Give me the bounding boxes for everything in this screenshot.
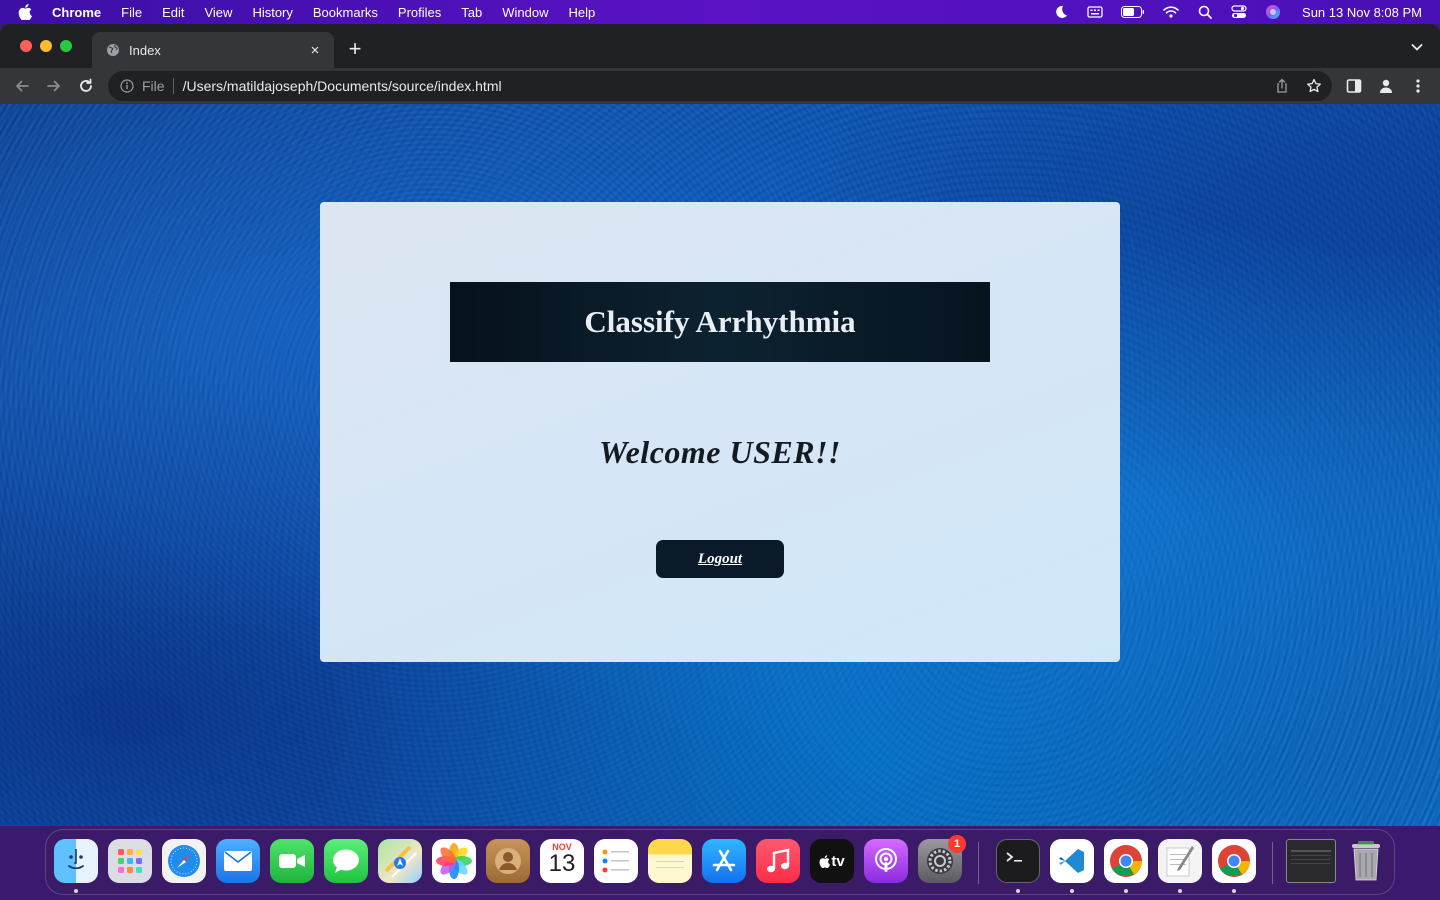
facetime-icon[interactable] xyxy=(270,839,314,883)
bookmark-star-icon[interactable] xyxy=(1306,78,1322,94)
menu-file[interactable]: File xyxy=(121,5,142,20)
forward-arrow-icon[interactable] xyxy=(44,76,64,96)
menu-bar: Chrome File Edit View History Bookmarks … xyxy=(0,0,1440,24)
chrome-running-dot xyxy=(1124,889,1128,893)
browser-toolbar: File /Users/matildajoseph/Documents/sour… xyxy=(0,68,1440,104)
welcome-message: Welcome USER!! xyxy=(599,434,841,470)
podcasts-icon[interactable] xyxy=(864,839,908,883)
photos-icon[interactable] xyxy=(432,839,476,883)
spotlight-search-icon[interactable] xyxy=(1196,4,1214,20)
minimized-window-thumbnail[interactable] xyxy=(1286,839,1336,883)
textedit-running-dot xyxy=(1178,889,1182,893)
calendar-icon[interactable]: NOV 13 xyxy=(540,839,584,883)
maps-icon[interactable] xyxy=(378,839,422,883)
mail-icon[interactable] xyxy=(216,839,260,883)
vscode-icon[interactable] xyxy=(1050,839,1094,883)
menu-window[interactable]: Window xyxy=(502,5,548,20)
back-arrow-icon[interactable] xyxy=(12,76,32,96)
terminal-running-dot xyxy=(1016,889,1020,893)
notes-icon[interactable] xyxy=(648,839,692,883)
messages-icon[interactable] xyxy=(324,839,368,883)
side-panel-icon[interactable] xyxy=(1344,76,1364,96)
menu-view[interactable]: View xyxy=(204,5,232,20)
settings-notification-badge: 1 xyxy=(948,835,966,853)
logout-button[interactable]: Logout xyxy=(656,540,784,578)
menu-edit[interactable]: Edit xyxy=(162,5,184,20)
url-text[interactable]: /Users/matildajoseph/Documents/source/in… xyxy=(183,78,502,94)
page-title: Classify Arrhythmia xyxy=(584,304,856,339)
dock-divider-2 xyxy=(1272,842,1273,884)
window-controls xyxy=(20,40,72,52)
control-center-icon[interactable] xyxy=(1230,4,1248,20)
terminal-icon[interactable] xyxy=(996,839,1040,883)
finder-icon[interactable] xyxy=(54,839,98,883)
battery-icon[interactable] xyxy=(1120,4,1146,20)
dock-divider xyxy=(978,842,979,884)
zoom-window-button[interactable] xyxy=(60,40,72,52)
page-viewport: Classify Arrhythmia Welcome USER!! Logou… xyxy=(0,104,1440,826)
title-banner: Classify Arrhythmia xyxy=(450,282,990,362)
launchpad-icon[interactable] xyxy=(108,839,152,883)
url-divider xyxy=(172,78,174,94)
tab-index[interactable]: Index × xyxy=(92,32,334,68)
menu-clock[interactable]: Sun 13 Nov 8:08 PM xyxy=(1302,5,1422,20)
finder-running-dot xyxy=(74,889,78,893)
vscode-running-dot xyxy=(1070,889,1074,893)
info-icon[interactable] xyxy=(120,79,134,93)
chrome-second-running-dot xyxy=(1232,889,1236,893)
app-store-icon[interactable] xyxy=(702,839,746,883)
globe-icon xyxy=(106,43,120,57)
apple-tv-label: tv xyxy=(831,852,845,870)
tab-close-icon[interactable]: × xyxy=(306,41,324,59)
share-icon[interactable] xyxy=(1274,78,1290,94)
kebab-menu-icon[interactable] xyxy=(1408,76,1428,96)
logout-link[interactable]: Logout xyxy=(698,551,742,568)
keyboard-icon[interactable] xyxy=(1086,4,1104,20)
apple-menu-icon[interactable] xyxy=(18,4,36,20)
calendar-day: 13 xyxy=(548,850,576,877)
menu-bookmarks[interactable]: Bookmarks xyxy=(313,5,378,20)
browser-window: Index × + File /Users/matildajoseph/Docu… xyxy=(0,24,1440,826)
dock: NOV 13 tv 1 xyxy=(45,829,1395,895)
reminders-icon[interactable] xyxy=(594,839,638,883)
music-icon[interactable] xyxy=(756,839,800,883)
content-card: Classify Arrhythmia Welcome USER!! Logou… xyxy=(320,202,1120,662)
apple-tv-icon[interactable]: tv xyxy=(810,839,854,883)
siri-icon[interactable] xyxy=(1264,4,1282,20)
chrome-second-icon[interactable] xyxy=(1212,839,1256,883)
tab-title: Index xyxy=(129,42,161,58)
new-tab-button[interactable]: + xyxy=(344,38,366,60)
reload-icon[interactable] xyxy=(76,76,96,96)
tab-strip: Index × + xyxy=(0,24,1440,68)
status-area: Sun 13 Nov 8:08 PM xyxy=(1052,0,1422,24)
menu-tab[interactable]: Tab xyxy=(461,5,482,20)
textedit-icon[interactable] xyxy=(1158,839,1202,883)
address-bar[interactable]: File /Users/matildajoseph/Documents/sour… xyxy=(108,71,1332,101)
trash-icon[interactable] xyxy=(1344,839,1388,883)
menu-app-name[interactable]: Chrome xyxy=(52,5,101,20)
profile-avatar-icon[interactable] xyxy=(1376,76,1396,96)
tab-search-chevron-icon[interactable] xyxy=(1410,40,1424,54)
safari-icon[interactable] xyxy=(162,839,206,883)
chrome-icon[interactable] xyxy=(1104,839,1148,883)
moon-icon[interactable] xyxy=(1052,4,1070,20)
menu-help[interactable]: Help xyxy=(569,5,596,20)
menu-history[interactable]: History xyxy=(252,5,292,20)
minimize-window-button[interactable] xyxy=(40,40,52,52)
wifi-icon[interactable] xyxy=(1162,4,1180,20)
contacts-icon[interactable] xyxy=(486,839,530,883)
close-window-button[interactable] xyxy=(20,40,32,52)
menu-profiles[interactable]: Profiles xyxy=(398,5,441,20)
url-scheme-label: File xyxy=(142,78,165,94)
